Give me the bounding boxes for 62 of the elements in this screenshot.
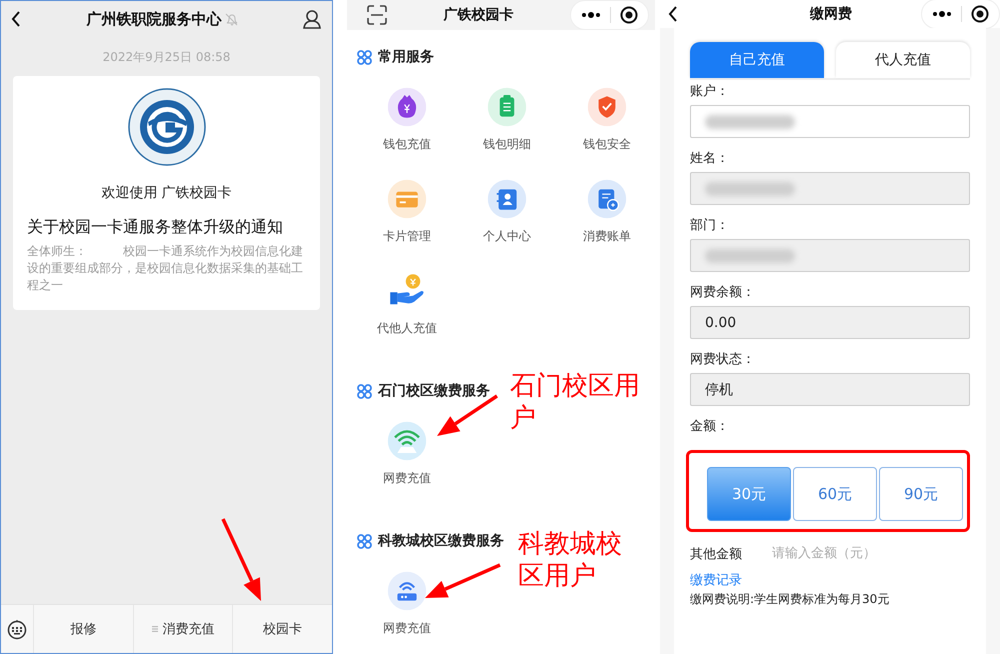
card-icon [388,180,426,218]
field-label: 网费状态： [690,352,756,368]
amount-input[interactable]: 请输入金额（元） [772,540,922,567]
target-icon [620,6,638,24]
back-icon [668,5,679,23]
wallet-icon [388,88,426,126]
annotation-text: 石门校区用户 [510,370,641,434]
service-item[interactable]: 代他人充值 [357,272,457,364]
service-item[interactable]: 卡片管理 [357,180,457,272]
contact-card-icon [488,180,526,218]
chat-title: 广州铁职院服务中心 [86,10,222,28]
service-item[interactable]: 个人中心 [457,180,557,272]
more-icon [581,10,601,20]
page-title: 缴网费 [810,5,852,23]
field-label: 金额： [690,419,730,435]
timestamp: 2022年9月25日 08:58 [102,49,232,66]
article-card[interactable]: 欢迎使用 广铁校园卡 关于校园一卡通服务整体升级的通知 全体师生： 校园一卡通系统作为校园信息化建设的重要组成部分，是校园信息化数据采集的基础工程之一 [13,76,320,310]
grid-icon [357,384,372,398]
records-link[interactable]: 缴费记录 [690,571,742,589]
readonly-field: 停机 [690,373,970,406]
keyboard-icon [7,618,27,640]
capsule-menu[interactable] [570,0,649,30]
service-item[interactable]: 钱包充值 [357,88,457,180]
section-title: 科教城校区缴费服务 [378,532,504,550]
welcome-heading: 欢迎使用 广铁校园卡 [100,184,233,202]
section-title: 石门校区缴费服务 [378,382,490,400]
tab[interactable]: 自己充值 [690,42,824,78]
field-label: 网费余额： [690,285,756,301]
readonly-field: 0.00 [690,306,970,339]
page-title: 广铁校园卡 [444,6,514,24]
grid-icon [357,50,372,64]
input-field[interactable] [690,105,970,138]
bill-icon [588,180,626,218]
clipboard-icon [488,88,526,126]
field-label: 姓名： [690,151,730,167]
wifi-router-icon [388,422,426,460]
service-item[interactable]: 消费账单 [557,180,657,272]
annotation-text: 科教城校区用户 [518,528,623,592]
target-icon [971,5,989,23]
article-summary: 全体师生： 校园一卡通系统作为校园信息化建设的重要组成部分，是校园信息化数据采集的基础工程之一 [27,243,304,294]
capsule-menu[interactable] [921,0,1000,29]
menu-item[interactable]: 消费充值 [134,605,232,653]
person-icon [302,9,322,29]
amount-option[interactable]: 90元 [879,467,963,521]
scan-icon [367,5,387,25]
more-icon [932,9,952,19]
field-label: 部门： [690,218,730,234]
menu-item[interactable]: 校园卡 [233,605,332,653]
back-icon [11,10,22,28]
field-label: 账户： [690,84,730,100]
tab[interactable]: 代人充值 [836,42,970,78]
service-item[interactable]: 钱包安全 [557,88,657,180]
field-label: 其他金额 [690,546,742,562]
service-item[interactable]: 钱包明细 [457,88,557,180]
shield-icon [588,88,626,126]
fee-note: 缴网费说明:学生网费标准为每月30元 [690,591,890,608]
section-title: 常用服务 [378,48,434,66]
grid-icon [357,534,372,548]
amount-option[interactable]: 60元 [793,467,877,521]
menu-item[interactable]: 报修 [34,605,133,653]
article-title: 关于校园一卡通服务整体升级的通知 [27,217,284,238]
router-icon [388,572,426,610]
